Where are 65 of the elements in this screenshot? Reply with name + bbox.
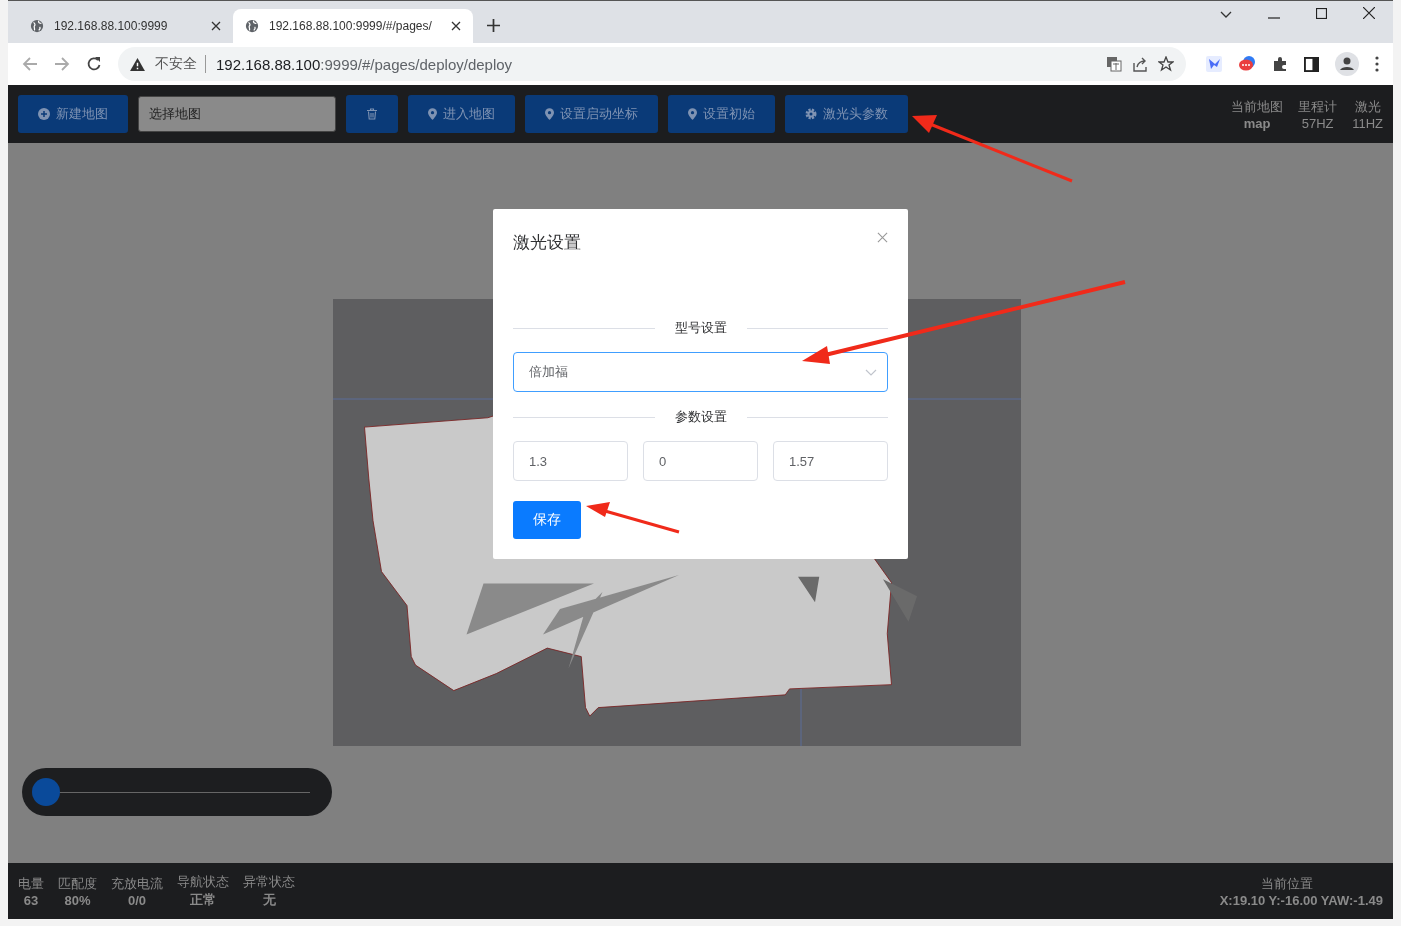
save-button[interactable]: 保存 [513,501,581,539]
more-icon[interactable] [1375,56,1379,72]
position-label: 当前位置 [1261,874,1313,893]
model-select[interactable]: 倍加福 [513,352,888,392]
toolbar-button[interactable]: 激光头参数 [785,95,908,133]
status-value: 0/0 [127,892,147,908]
star-icon[interactable] [1158,56,1174,72]
parameter-field[interactable]: 1.57 [773,441,888,481]
stat-label: 激光 [1354,97,1381,116]
section-heading: 参数设置 [674,408,727,426]
close-icon[interactable] [451,21,461,31]
browser-tab[interactable]: 192.168.88.100:9999 [18,9,233,43]
map-select[interactable]: 选择地图 [138,96,336,132]
chevron-down-icon[interactable] [1220,11,1232,19]
plus-circle-icon [38,108,50,120]
profile-icon[interactable] [1335,52,1359,76]
status-label: 导航状态 [177,873,229,891]
status-label: 异常状态 [243,873,295,891]
toolbar-button[interactable]: 设置启动坐标 [525,95,658,133]
section-heading: 型号设置 [674,319,727,337]
reload-icon[interactable] [86,56,102,72]
stat-label: 当前地图 [1231,97,1284,116]
status-label: 匹配度 [58,874,97,893]
slider-thumb[interactable] [32,777,60,806]
pin-icon [428,108,437,120]
settings-icon [805,108,817,120]
close-icon[interactable] [1363,7,1375,19]
toolbar-button[interactable]: 进入地图 [408,95,515,133]
globe-icon [30,19,44,33]
stat-label: 里程计 [1298,97,1338,116]
pin-icon [688,108,697,120]
url-text: 192.168.88.100:9999/#/pages/deploy/deploy [216,55,513,73]
status-value: 正常 [190,891,216,909]
share-icon[interactable] [1132,56,1148,72]
plus-icon[interactable] [487,19,500,32]
toolbar-button[interactable]: 新建地图 [18,95,128,133]
pin-icon [545,108,554,120]
position-value: X:19.10 Y:-16.00 YAW:-1.49 [1219,892,1383,908]
dialog-title: 激光设置 [513,232,581,254]
bird-icon[interactable] [1206,56,1222,72]
stat-value: 57HZ [1301,115,1334,131]
puzzle-icon[interactable] [1272,56,1288,72]
maximize-icon[interactable] [1316,8,1327,19]
trash-icon [366,108,378,120]
status-label: 充放电流 [111,874,163,893]
chevron-down-icon [865,368,877,376]
warning-icon [130,57,145,71]
status-value: 80% [64,892,91,908]
toolbar-button[interactable]: 设置初始 [668,95,775,133]
zoom-slider[interactable] [22,768,332,816]
parameter-field[interactable]: 0 [643,441,758,481]
stat-value: 11HZ [1352,115,1383,131]
chat-bubble-icon[interactable] [1238,56,1256,72]
browser-tab[interactable]: 192.168.88.100:9999/#/pages/ [233,9,473,43]
close-icon[interactable] [211,21,221,31]
status-value: 63 [23,892,39,908]
status-value: 无 [262,891,276,909]
parameter-field[interactable]: 1.3 [513,441,628,481]
address-field[interactable]: 不安全 192.168.88.100:9999/#/pages/deploy/deploy [118,47,1186,81]
side-panel-icon[interactable] [1304,56,1319,72]
status-label: 电量 [18,874,44,893]
security-label: 不安全 [155,55,206,73]
translate-icon[interactable] [1106,56,1122,72]
globe-icon [245,19,259,33]
stat-value: map [1243,115,1271,131]
